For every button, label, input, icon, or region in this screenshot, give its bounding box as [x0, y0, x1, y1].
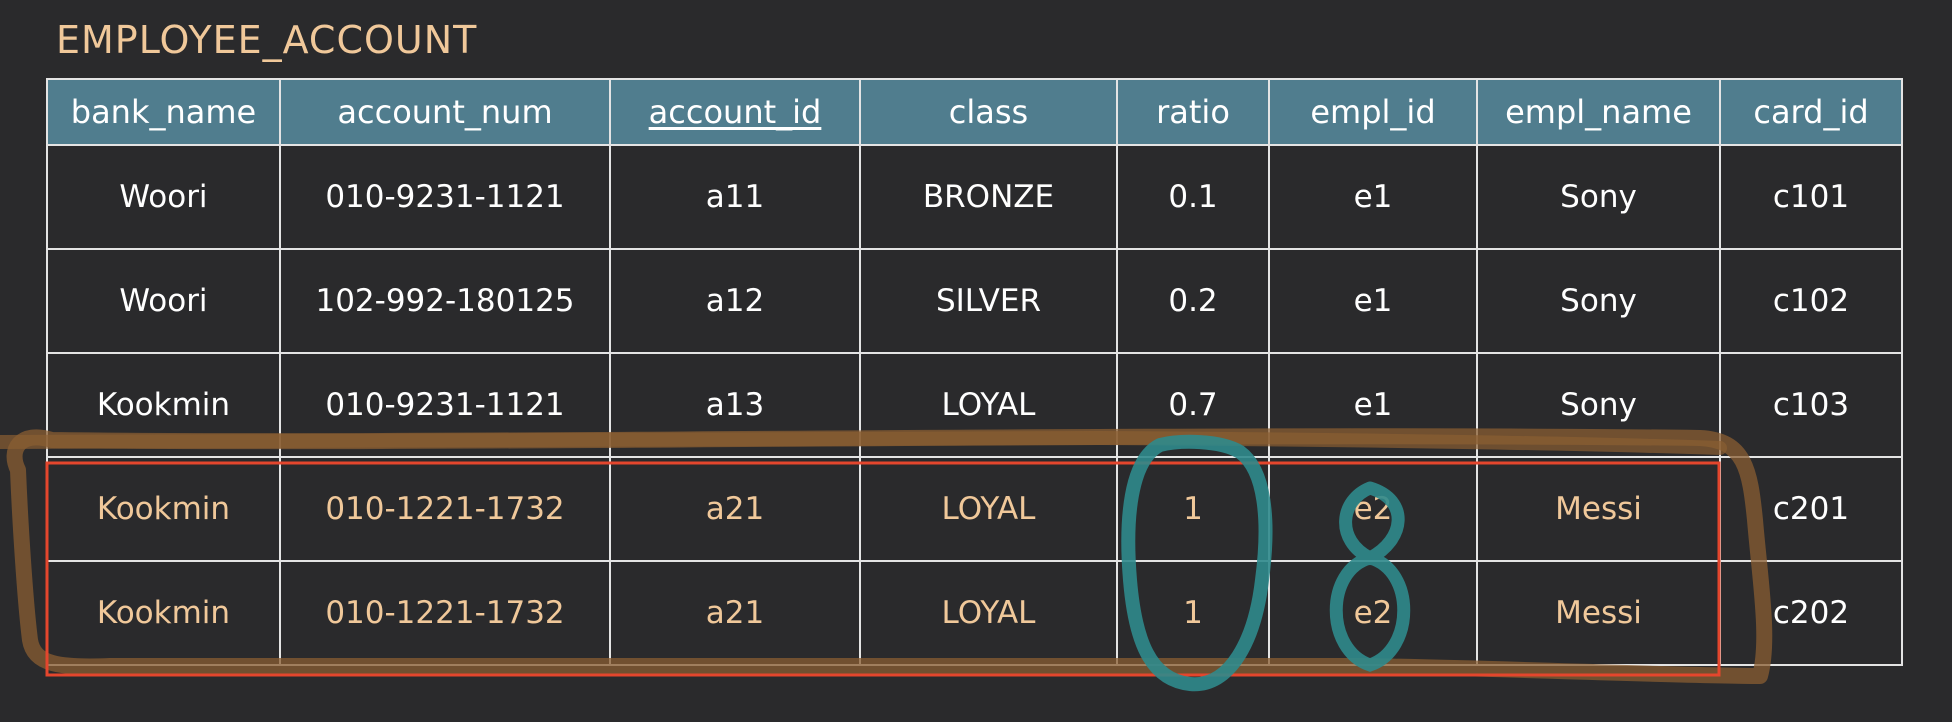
table-row: Woori 010-9231-1121 a11 BRONZE 0.1 e1 So… [46, 144, 1903, 250]
table-row: Kookmin 010-9231-1121 a13 LOYAL 0.7 e1 S… [46, 352, 1903, 458]
employee-account-table: bank_name account_num account_id class r… [46, 78, 1903, 666]
cell-class: LOYAL [859, 456, 1118, 562]
cell-class: BRONZE [859, 144, 1118, 250]
table-row-highlighted: Kookmin 010-1221-1732 a21 LOYAL 1 e2 Mes… [46, 456, 1903, 562]
table-title: EMPLOYEE_ACCOUNT [56, 18, 478, 62]
table-row: Woori 102-992-180125 a12 SILVER 0.2 e1 S… [46, 248, 1903, 354]
cell-class: LOYAL [859, 560, 1118, 666]
cell-account-id: a11 [609, 144, 861, 250]
cell-account-id: a13 [609, 352, 861, 458]
cell-bank-name: Woori [46, 144, 281, 250]
cell-account-num: 010-1221-1732 [279, 456, 611, 562]
cell-card-id: c103 [1719, 352, 1903, 458]
cell-account-num: 010-1221-1732 [279, 560, 611, 666]
cell-empl-name: Messi [1476, 560, 1721, 666]
column-header-empl-id: empl_id [1268, 78, 1478, 146]
cell-account-id: a12 [609, 248, 861, 354]
column-header-ratio: ratio [1116, 78, 1270, 146]
column-header-empl-name: empl_name [1476, 78, 1721, 146]
cell-account-num: 010-9231-1121 [279, 144, 611, 250]
cell-card-id: c102 [1719, 248, 1903, 354]
cell-empl-id: e1 [1268, 352, 1478, 458]
column-header-class: class [859, 78, 1118, 146]
cell-account-id: a21 [609, 560, 861, 666]
cell-ratio: 0.2 [1116, 248, 1270, 354]
cell-card-id: c101 [1719, 144, 1903, 250]
cell-bank-name: Kookmin [46, 456, 281, 562]
cell-account-num: 010-9231-1121 [279, 352, 611, 458]
cell-ratio: 0.1 [1116, 144, 1270, 250]
cell-empl-name: Sony [1476, 144, 1721, 250]
cell-card-id: c202 [1719, 560, 1903, 666]
cell-account-id: a21 [609, 456, 861, 562]
cell-card-id: c201 [1719, 456, 1903, 562]
column-header-account-num: account_num [279, 78, 611, 146]
cell-bank-name: Kookmin [46, 560, 281, 666]
cell-empl-name: Sony [1476, 352, 1721, 458]
cell-empl-id: e1 [1268, 144, 1478, 250]
cell-empl-id: e1 [1268, 248, 1478, 354]
cell-account-num: 102-992-180125 [279, 248, 611, 354]
table-row-highlighted: Kookmin 010-1221-1732 a21 LOYAL 1 e2 Mes… [46, 560, 1903, 666]
cell-ratio: 1 [1116, 456, 1270, 562]
cell-class: SILVER [859, 248, 1118, 354]
column-header-account-id: account_id [609, 78, 861, 146]
cell-bank-name: Woori [46, 248, 281, 354]
column-header-bank-name: bank_name [46, 78, 281, 146]
cell-empl-id: e2 [1268, 560, 1478, 666]
cell-empl-name: Sony [1476, 248, 1721, 354]
cell-ratio: 1 [1116, 560, 1270, 666]
cell-class: LOYAL [859, 352, 1118, 458]
cell-empl-id: e2 [1268, 456, 1478, 562]
cell-empl-name: Messi [1476, 456, 1721, 562]
cell-bank-name: Kookmin [46, 352, 281, 458]
header-row: bank_name account_num account_id class r… [46, 78, 1903, 146]
cell-ratio: 0.7 [1116, 352, 1270, 458]
column-header-card-id: card_id [1719, 78, 1903, 146]
